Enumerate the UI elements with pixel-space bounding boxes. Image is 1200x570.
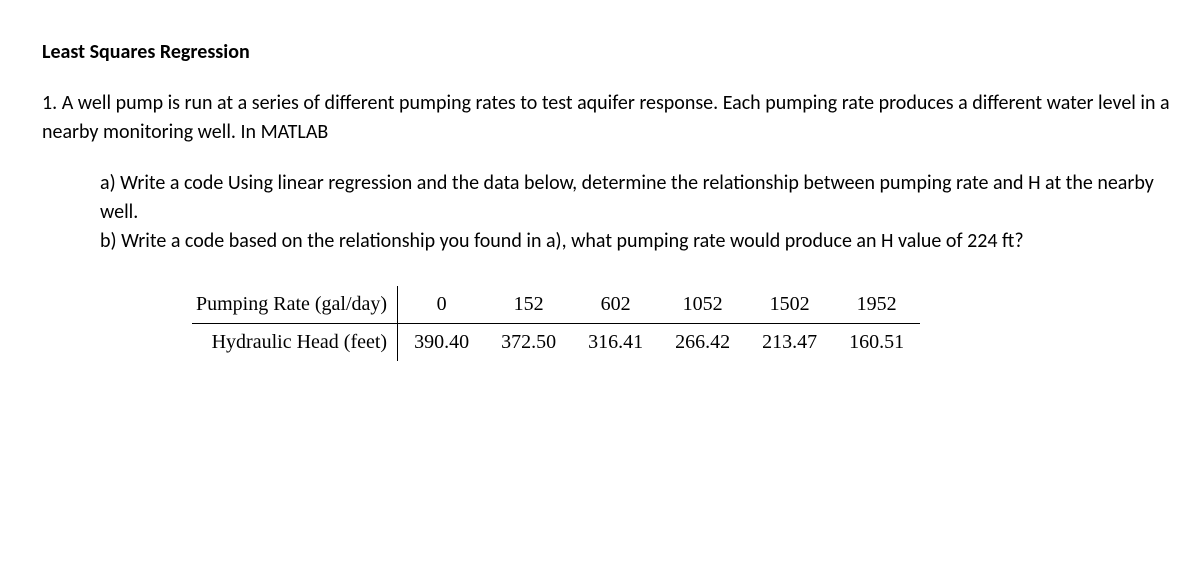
subparts-block: a) Write a code Using linear regression … bbox=[100, 169, 1170, 256]
table-row: Pumping Rate (gal/day) 0 152 602 1052 15… bbox=[192, 286, 920, 324]
table-cell: 1052 bbox=[659, 286, 746, 324]
table-cell: 160.51 bbox=[833, 324, 920, 362]
table-cell: 390.40 bbox=[398, 324, 486, 362]
table-cell: 372.50 bbox=[485, 324, 572, 362]
table-cell: 266.42 bbox=[659, 324, 746, 362]
table-cell: 602 bbox=[572, 286, 659, 324]
table-cell: 213.47 bbox=[746, 324, 833, 362]
table-row: Hydraulic Head (feet) 390.40 372.50 316.… bbox=[192, 324, 920, 362]
table-cell: 1502 bbox=[746, 286, 833, 324]
document-title: Least Squares Regression bbox=[42, 38, 1170, 67]
row2-label: Hydraulic Head (feet) bbox=[192, 324, 398, 362]
table-cell: 1952 bbox=[833, 286, 920, 324]
subpart-a: a) Write a code Using linear regression … bbox=[100, 169, 1170, 227]
data-table-wrapper: Pumping Rate (gal/day) 0 152 602 1052 15… bbox=[192, 286, 1170, 361]
data-table: Pumping Rate (gal/day) 0 152 602 1052 15… bbox=[192, 286, 920, 361]
problem-intro-text: 1. A well pump is run at a series of dif… bbox=[42, 91, 1170, 144]
table-cell: 152 bbox=[485, 286, 572, 324]
subpart-b: b) Write a code based on the relationshi… bbox=[100, 227, 1170, 256]
problem-statement: 1. A well pump is run at a series of dif… bbox=[42, 89, 1170, 147]
row1-label: Pumping Rate (gal/day) bbox=[192, 286, 398, 324]
table-cell: 0 bbox=[398, 286, 486, 324]
table-cell: 316.41 bbox=[572, 324, 659, 362]
